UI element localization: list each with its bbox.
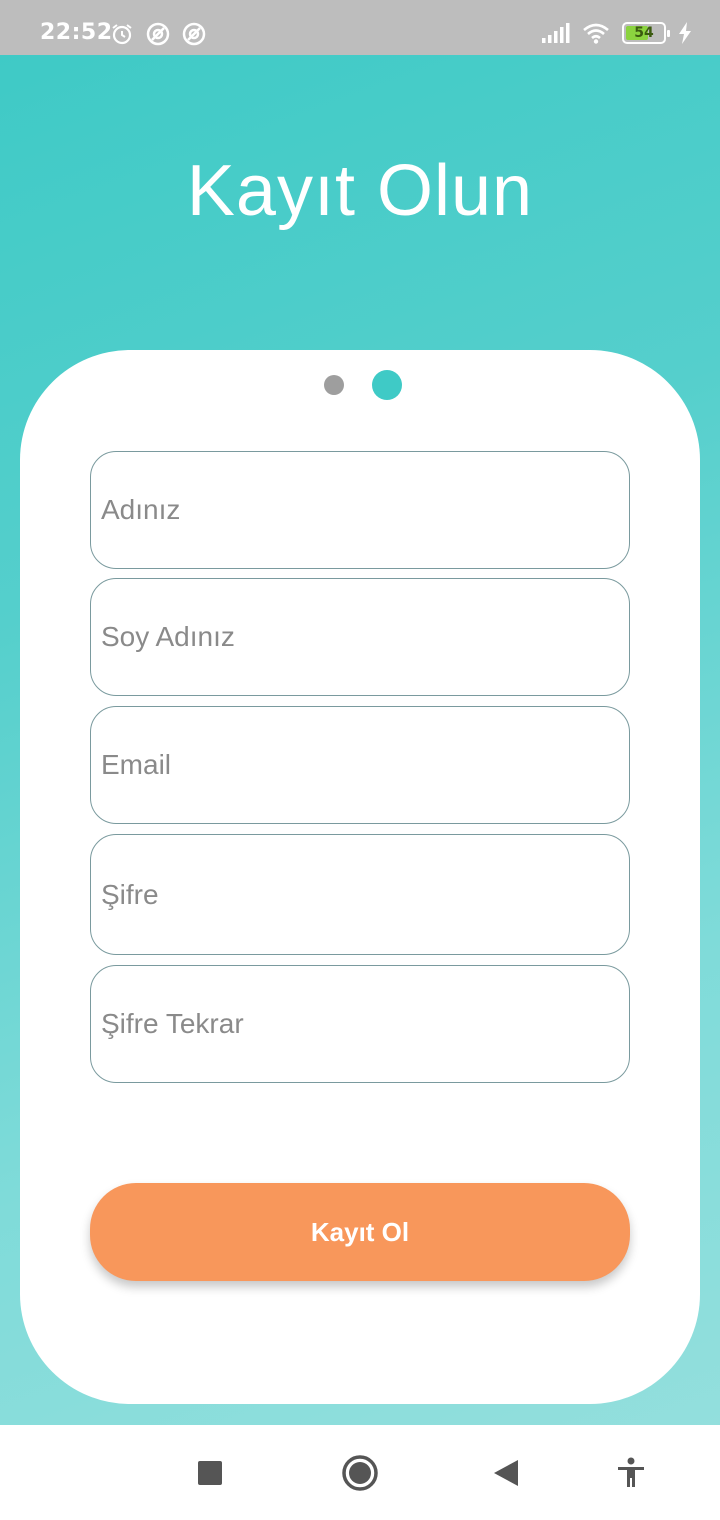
last-name-field[interactable]: [90, 578, 630, 696]
charging-icon: [679, 22, 691, 44]
first-name-input[interactable]: [101, 452, 621, 568]
first-name-field[interactable]: [90, 451, 630, 569]
navigation-bar: [0, 1425, 720, 1520]
page-title: Kayıt Olun: [186, 151, 534, 231]
page-indicator: [20, 370, 700, 400]
recents-icon[interactable]: [198, 1461, 222, 1485]
page-dot-2-active[interactable]: [372, 370, 402, 400]
register-button[interactable]: Kayıt Ol: [90, 1183, 630, 1281]
status-icons-left: [110, 22, 206, 46]
password-repeat-input[interactable]: [101, 966, 621, 1082]
wifi-icon: [583, 23, 609, 44]
accessibility-icon[interactable]: [617, 1457, 645, 1487]
page-dot-1[interactable]: [324, 375, 344, 395]
status-bar: 22:52 54: [0, 0, 720, 55]
vpn-icon: [146, 22, 170, 46]
signal-icon: [542, 23, 570, 43]
status-icons-right: 54: [542, 22, 692, 44]
battery-icon: 54: [622, 22, 670, 44]
password-field[interactable]: [90, 834, 630, 955]
email-input[interactable]: [101, 707, 621, 823]
password-repeat-field[interactable]: [90, 965, 630, 1083]
email-field[interactable]: [90, 706, 630, 824]
last-name-input[interactable]: [101, 579, 621, 695]
home-icon[interactable]: [341, 1454, 379, 1492]
battery-level: 54: [634, 25, 654, 41]
password-input[interactable]: [101, 835, 621, 954]
alarm-icon: [112, 24, 132, 45]
vpn-icon: [182, 22, 206, 46]
back-icon[interactable]: [494, 1460, 518, 1486]
register-card: Kayıt Ol: [20, 350, 700, 1404]
status-time: 22:52: [40, 20, 113, 45]
